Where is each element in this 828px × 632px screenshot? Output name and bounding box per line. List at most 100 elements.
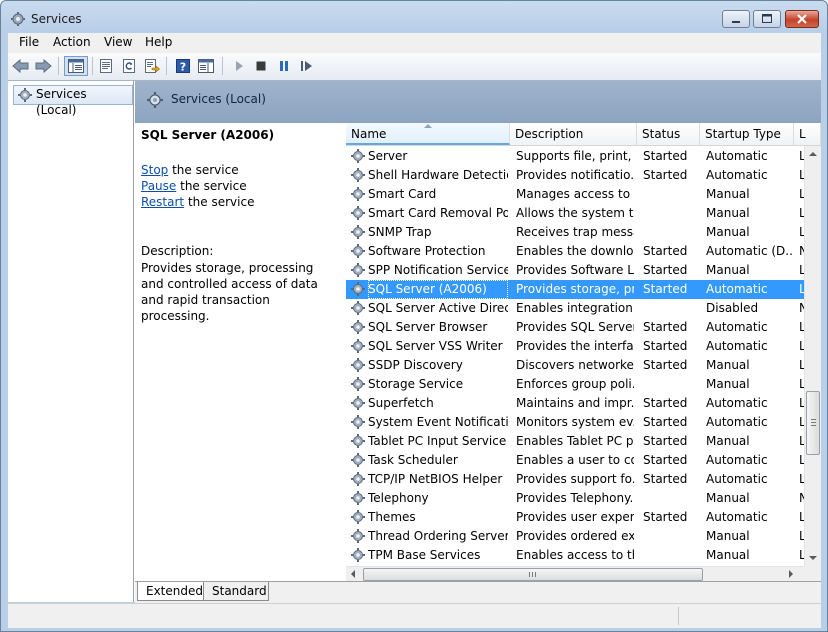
service-startup-type: Manual (706, 187, 750, 201)
service-row[interactable]: Themes Provides user experi... Started Auto… (346, 508, 804, 527)
column-description[interactable]: Description (510, 123, 637, 145)
service-startup-type: Manual (706, 225, 750, 239)
tab-standard[interactable]: Standard (203, 582, 269, 601)
properties-button[interactable] (96, 56, 116, 76)
menu-view[interactable]: View (104, 35, 132, 49)
service-name: Storage Service (368, 377, 464, 391)
scroll-right-icon[interactable] (789, 570, 793, 578)
service-status: Started (643, 263, 688, 277)
column-status-label: Status (642, 127, 681, 141)
service-row[interactable]: TCP/IP NetBIOS Helper Provides support fo… (346, 470, 804, 489)
column-name-label: Name (351, 127, 387, 141)
service-row[interactable]: Smart CardManages access to ...ManualL (346, 185, 804, 204)
maximize-button[interactable] (753, 10, 781, 28)
action-pane-icon (198, 59, 214, 73)
refresh-icon (123, 59, 135, 73)
close-button[interactable] (785, 10, 819, 28)
service-status: Started (643, 320, 688, 334)
service-row[interactable]: SNMP TrapReceives trap messa...ManualL (346, 223, 804, 242)
services-window: Services File Action View Help ? Service… (0, 0, 828, 632)
export-list-button[interactable] (142, 56, 162, 76)
service-status: Started (643, 244, 688, 258)
service-row[interactable]: TelephonyProvides Telephony...ManualN (346, 489, 804, 508)
stop-service-link[interactable]: Stop (141, 163, 168, 177)
menu-action[interactable]: Action (53, 35, 91, 49)
minimize-button[interactable] (722, 10, 750, 28)
service-description: Provides the interfa... (516, 339, 634, 353)
service-row[interactable]: Smart Card Removal Poli... Allows the sys… (346, 204, 804, 223)
column-startup-type[interactable]: Startup Type (700, 123, 794, 145)
service-name: Themes (368, 510, 416, 524)
service-row[interactable]: SQL Server VSS Writer Provides the interf… (346, 337, 804, 356)
menu-file[interactable]: File (19, 35, 39, 49)
restart-service-button[interactable] (297, 56, 317, 76)
service-row[interactable]: Thread Ordering Server Provides ordered e… (346, 527, 804, 546)
service-row[interactable]: Server Supports file, print, ... Started Au… (346, 147, 804, 166)
column-logon-label: L (799, 127, 806, 141)
pane-title: Services (Local) (171, 92, 266, 106)
horizontal-scrollbar[interactable] (346, 566, 804, 581)
service-description: Enforces group poli... (516, 377, 634, 391)
show-hide-tree-button[interactable] (64, 56, 88, 76)
vertical-scroll-thumb[interactable] (806, 391, 820, 455)
service-description: Supports file, print, ... (516, 149, 634, 163)
menu-help[interactable]: Help (145, 35, 172, 49)
service-row[interactable]: Superfetch Maintains and impr... Started Au… (346, 394, 804, 413)
service-startup-type: Manual (706, 377, 750, 391)
service-row[interactable]: SQL Server (A2006) Provides storage, pr..… (346, 280, 804, 299)
service-status: Started (643, 358, 688, 372)
main-content: Services (Local) Services (Local) SQL Se… (8, 81, 821, 603)
services-app-icon (10, 11, 26, 27)
column-log-on-as[interactable]: L (794, 123, 821, 145)
service-row[interactable]: SQL Server Active Direct... Enables integ… (346, 299, 804, 318)
service-description: Manages access to ... (516, 187, 634, 201)
toolbar-separator (222, 57, 223, 75)
service-row[interactable]: SPP Notification Service Provides Softwar… (346, 261, 804, 280)
title-bar[interactable]: Services (1, 1, 827, 33)
service-name: Smart Card (368, 187, 437, 201)
scroll-left-icon[interactable] (351, 570, 355, 578)
pause-service-button[interactable] (274, 56, 294, 76)
column-name[interactable]: Name (346, 123, 510, 145)
back-button[interactable] (11, 56, 31, 76)
forward-button[interactable] (33, 56, 53, 76)
column-status[interactable]: Status (637, 123, 700, 145)
service-row[interactable]: Shell Hardware Detection Provides notific… (346, 166, 804, 185)
service-row[interactable]: Task Scheduler Enables a user to co... Sta… (346, 451, 804, 470)
results-pane: Services (Local) SQL Server (A2006) Stop… (135, 81, 821, 603)
restart-icon (301, 61, 312, 71)
service-row[interactable]: SQL Server Browser Provides SQL Server...… (346, 318, 804, 337)
service-row[interactable]: TPM Base Services Enables access to th...… (346, 546, 804, 565)
properties-icon (100, 59, 112, 73)
restart-service-link[interactable]: Restart (141, 195, 184, 209)
service-name: SSDP Discovery (368, 358, 463, 372)
service-row[interactable]: System Event Notificatio... Monitors syst… (346, 413, 804, 432)
svg-text:?: ? (180, 61, 186, 74)
service-row[interactable]: Storage Service Enforces group poli... Man… (346, 375, 804, 394)
service-startup-type: Automatic (706, 415, 768, 429)
service-row[interactable]: Software Protection Enables the downlo...… (346, 242, 804, 261)
service-row[interactable]: Tablet PC Input Service Enables Tablet PC… (346, 432, 804, 451)
help-button[interactable]: ? (173, 56, 193, 76)
service-row[interactable]: SSDP Discovery Discovers networke... Start… (346, 356, 804, 375)
service-startup-type: Automatic (706, 149, 768, 163)
refresh-button[interactable] (119, 56, 139, 76)
stop-icon (256, 61, 266, 71)
service-startup-type: Automatic (D... (706, 244, 792, 258)
start-service-button[interactable] (229, 56, 249, 76)
service-status: Started (643, 339, 688, 353)
vertical-scrollbar[interactable] (804, 146, 821, 566)
action-pane-button[interactable] (196, 56, 216, 76)
scroll-down-icon[interactable] (809, 556, 817, 560)
stop-service-button[interactable] (251, 56, 271, 76)
service-description: Enables a user to co... (516, 453, 634, 467)
service-description: Provides support fo... (516, 472, 634, 486)
scroll-up-icon[interactable] (809, 152, 817, 156)
service-startup-type: Disabled (706, 301, 759, 315)
tree-item-services-local[interactable]: Services (Local) (13, 85, 133, 117)
tab-extended[interactable]: Extended (137, 582, 205, 601)
horizontal-scroll-thumb[interactable] (363, 568, 703, 581)
service-description: Receives trap messa... (516, 225, 634, 239)
gear-icon (147, 92, 163, 108)
pause-service-link[interactable]: Pause (141, 179, 176, 193)
